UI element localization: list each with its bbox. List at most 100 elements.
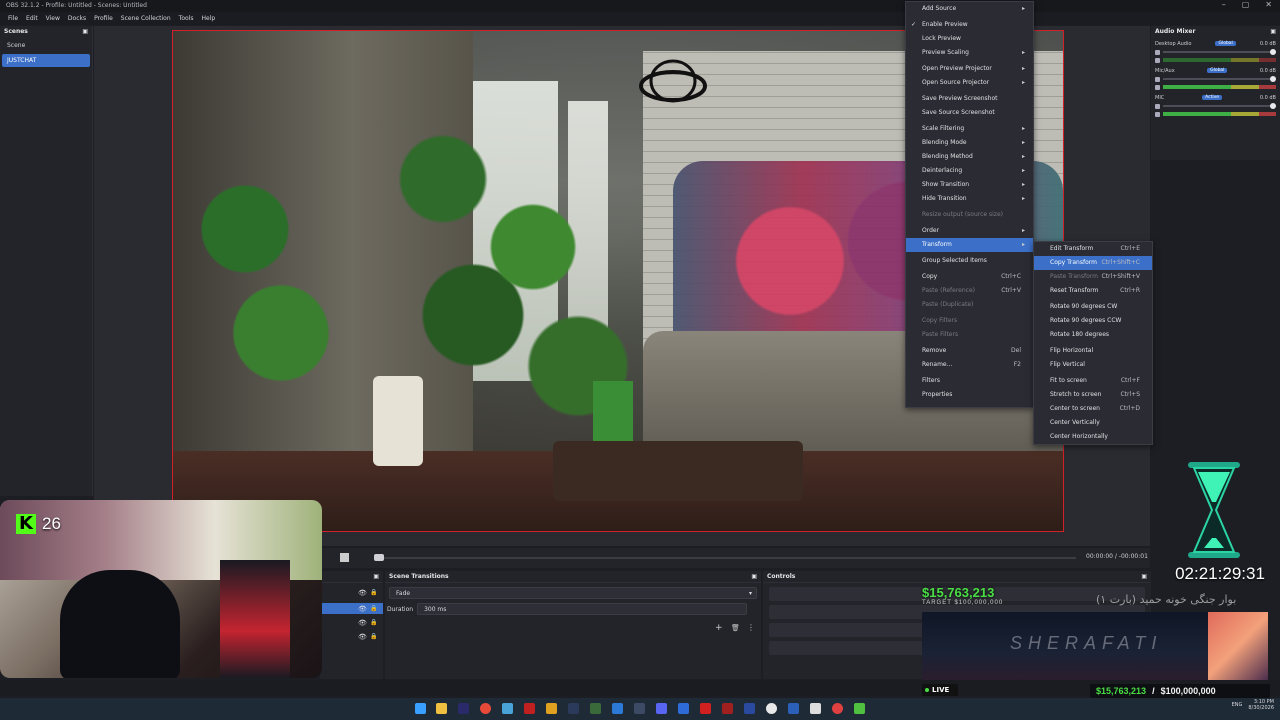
menu-item-flip-vertical[interactable]: Flip Vertical: [1034, 358, 1152, 372]
slider-knob[interactable]: [1270, 76, 1276, 82]
dock-float-icon[interactable]: ▣: [1141, 571, 1147, 582]
app-icon[interactable]: [832, 703, 843, 714]
settings-icon[interactable]: [1155, 111, 1160, 117]
scene-item-scene[interactable]: Scene: [2, 39, 90, 52]
menu-item-lock-preview[interactable]: Lock Preview: [906, 32, 1033, 46]
scene-item-justchat[interactable]: JUSTCHAT: [2, 54, 90, 67]
transition-select[interactable]: Fade ▾: [389, 587, 757, 599]
eye-icon[interactable]: 👁: [358, 605, 367, 613]
channel-badge[interactable]: Active: [1202, 95, 1223, 100]
app-icon[interactable]: [612, 703, 623, 714]
slider-knob[interactable]: [1270, 103, 1276, 109]
app-icon[interactable]: [546, 703, 557, 714]
explorer-icon[interactable]: [436, 703, 447, 714]
lock-icon[interactable]: 🔒: [370, 619, 377, 626]
menu-item-group-selected-items[interactable]: Group Selected Items: [906, 254, 1033, 268]
menu-item-preview-scaling[interactable]: Preview Scaling ▸: [906, 46, 1033, 60]
maximize-icon[interactable]: ▢: [1242, 0, 1250, 12]
settings-icon[interactable]: [1155, 57, 1160, 63]
eye-icon[interactable]: 👁: [358, 619, 367, 627]
stop-icon[interactable]: [340, 553, 349, 562]
slider-knob[interactable]: [1270, 49, 1276, 55]
add-icon[interactable]: +: [715, 623, 723, 633]
volume-slider[interactable]: [1163, 103, 1276, 109]
menu-item-hide-transition[interactable]: Hide Transition ▸: [906, 192, 1033, 206]
trash-icon[interactable]: 🗑: [731, 624, 740, 632]
menu-item-flip-horizontal[interactable]: Flip Horizontal: [1034, 344, 1152, 358]
menu-file[interactable]: File: [4, 12, 22, 25]
menu-item-filters[interactable]: Filters: [906, 374, 1033, 388]
app-icon[interactable]: [678, 703, 689, 714]
app-icon[interactable]: [700, 703, 711, 714]
menu-item-center-horizontally[interactable]: Center Horizontally: [1034, 430, 1152, 444]
steam-icon[interactable]: [634, 703, 645, 714]
menu-item-transform[interactable]: Transform ▸: [906, 238, 1033, 252]
premiere-icon[interactable]: [458, 703, 469, 714]
menu-item-rotate-90-degrees-cw[interactable]: Rotate 90 degrees CW: [1034, 300, 1152, 314]
channel-badge[interactable]: Global: [1215, 41, 1236, 46]
menu-item-save-source-screenshot[interactable]: Save Source Screenshot: [906, 106, 1033, 120]
menu-item-blending-mode[interactable]: Blending Mode ▸: [906, 136, 1033, 150]
menu-item-rename[interactable]: Rename... F2: [906, 358, 1033, 372]
seek-bar[interactable]: [376, 557, 1076, 559]
menu-item-order[interactable]: Order ▸: [906, 224, 1033, 238]
menu-item-rotate-90-degrees-ccw[interactable]: Rotate 90 degrees CCW: [1034, 314, 1152, 328]
tray-lang[interactable]: ENG: [1232, 702, 1243, 708]
speaker-icon[interactable]: [1155, 103, 1160, 109]
menu-item-center-to-screen[interactable]: Center to screen Ctrl+D: [1034, 402, 1152, 416]
menu-item-enable-preview[interactable]: ✓ Enable Preview: [906, 18, 1033, 32]
obs-icon[interactable]: [766, 703, 777, 714]
menu-edit[interactable]: Edit: [22, 12, 42, 25]
chrome-icon[interactable]: [480, 703, 491, 714]
dock-float-icon[interactable]: ▣: [751, 571, 757, 582]
menu-item-scale-filtering[interactable]: Scale Filtering ▸: [906, 122, 1033, 136]
dock-float-icon[interactable]: ▣: [1270, 26, 1276, 37]
menu-item-save-preview-screenshot[interactable]: Save Preview Screenshot: [906, 92, 1033, 106]
lock-icon[interactable]: 🔒: [370, 589, 377, 596]
menu-item-stretch-to-screen[interactable]: Stretch to screen Ctrl+S: [1034, 388, 1152, 402]
menu-item-copy[interactable]: Copy Ctrl+C: [906, 270, 1033, 284]
eye-icon[interactable]: 👁: [358, 589, 367, 597]
menu-scene-collection[interactable]: Scene Collection: [117, 12, 175, 25]
app-icon[interactable]: [722, 703, 733, 714]
notepad-icon[interactable]: [810, 703, 821, 714]
menu-item-properties[interactable]: Properties: [906, 388, 1033, 402]
menu-item-fit-to-screen[interactable]: Fit to screen Ctrl+F: [1034, 374, 1152, 388]
dock-float-icon[interactable]: ▣: [373, 571, 379, 582]
menu-item-center-vertically[interactable]: Center Vertically: [1034, 416, 1152, 430]
menu-profile[interactable]: Profile: [90, 12, 117, 25]
close-icon[interactable]: ✕: [1265, 0, 1272, 12]
lock-icon[interactable]: 🔒: [370, 633, 377, 640]
speaker-icon[interactable]: [1155, 76, 1160, 82]
lock-icon[interactable]: 🔒: [370, 605, 377, 612]
seek-handle[interactable]: [374, 554, 384, 561]
menu-item-edit-transform[interactable]: Edit Transform Ctrl+E: [1034, 242, 1152, 256]
minimize-icon[interactable]: –: [1222, 0, 1226, 12]
duration-input[interactable]: 300 ms: [417, 603, 748, 615]
menu-item-deinterlacing[interactable]: Deinterlacing ▸: [906, 164, 1033, 178]
channel-badge[interactable]: Global: [1207, 68, 1228, 73]
app-icon[interactable]: [524, 703, 535, 714]
menu-item-copy-transform[interactable]: Copy Transform Ctrl+Shift+C: [1034, 256, 1152, 270]
menu-tools[interactable]: Tools: [175, 12, 198, 25]
app-icon[interactable]: [568, 703, 579, 714]
menu-item-reset-transform[interactable]: Reset Transform Ctrl+R: [1034, 284, 1152, 298]
more-icon[interactable]: ⋮: [747, 623, 755, 632]
menu-item-add-source[interactable]: Add Source ▸: [906, 2, 1033, 16]
eye-icon[interactable]: 👁: [358, 633, 367, 641]
volume-slider[interactable]: [1163, 49, 1276, 55]
vscode-icon[interactable]: [744, 703, 755, 714]
app-icon[interactable]: [854, 703, 865, 714]
discord-icon[interactable]: [656, 703, 667, 714]
menu-item-blending-method[interactable]: Blending Method ▸: [906, 150, 1033, 164]
speaker-icon[interactable]: [1155, 49, 1160, 55]
menu-item-rotate-180-degrees[interactable]: Rotate 180 degrees: [1034, 328, 1152, 342]
menu-item-show-transition[interactable]: Show Transition ▸: [906, 178, 1033, 192]
menu-view[interactable]: View: [42, 12, 64, 25]
menu-item-open-preview-projector[interactable]: Open Preview Projector ▸: [906, 62, 1033, 76]
terminal-icon[interactable]: [590, 703, 601, 714]
menu-docks[interactable]: Docks: [64, 12, 90, 25]
dock-float-icon[interactable]: ▣: [82, 26, 88, 37]
menu-item-open-source-projector[interactable]: Open Source Projector ▸: [906, 76, 1033, 90]
word-icon[interactable]: [788, 703, 799, 714]
